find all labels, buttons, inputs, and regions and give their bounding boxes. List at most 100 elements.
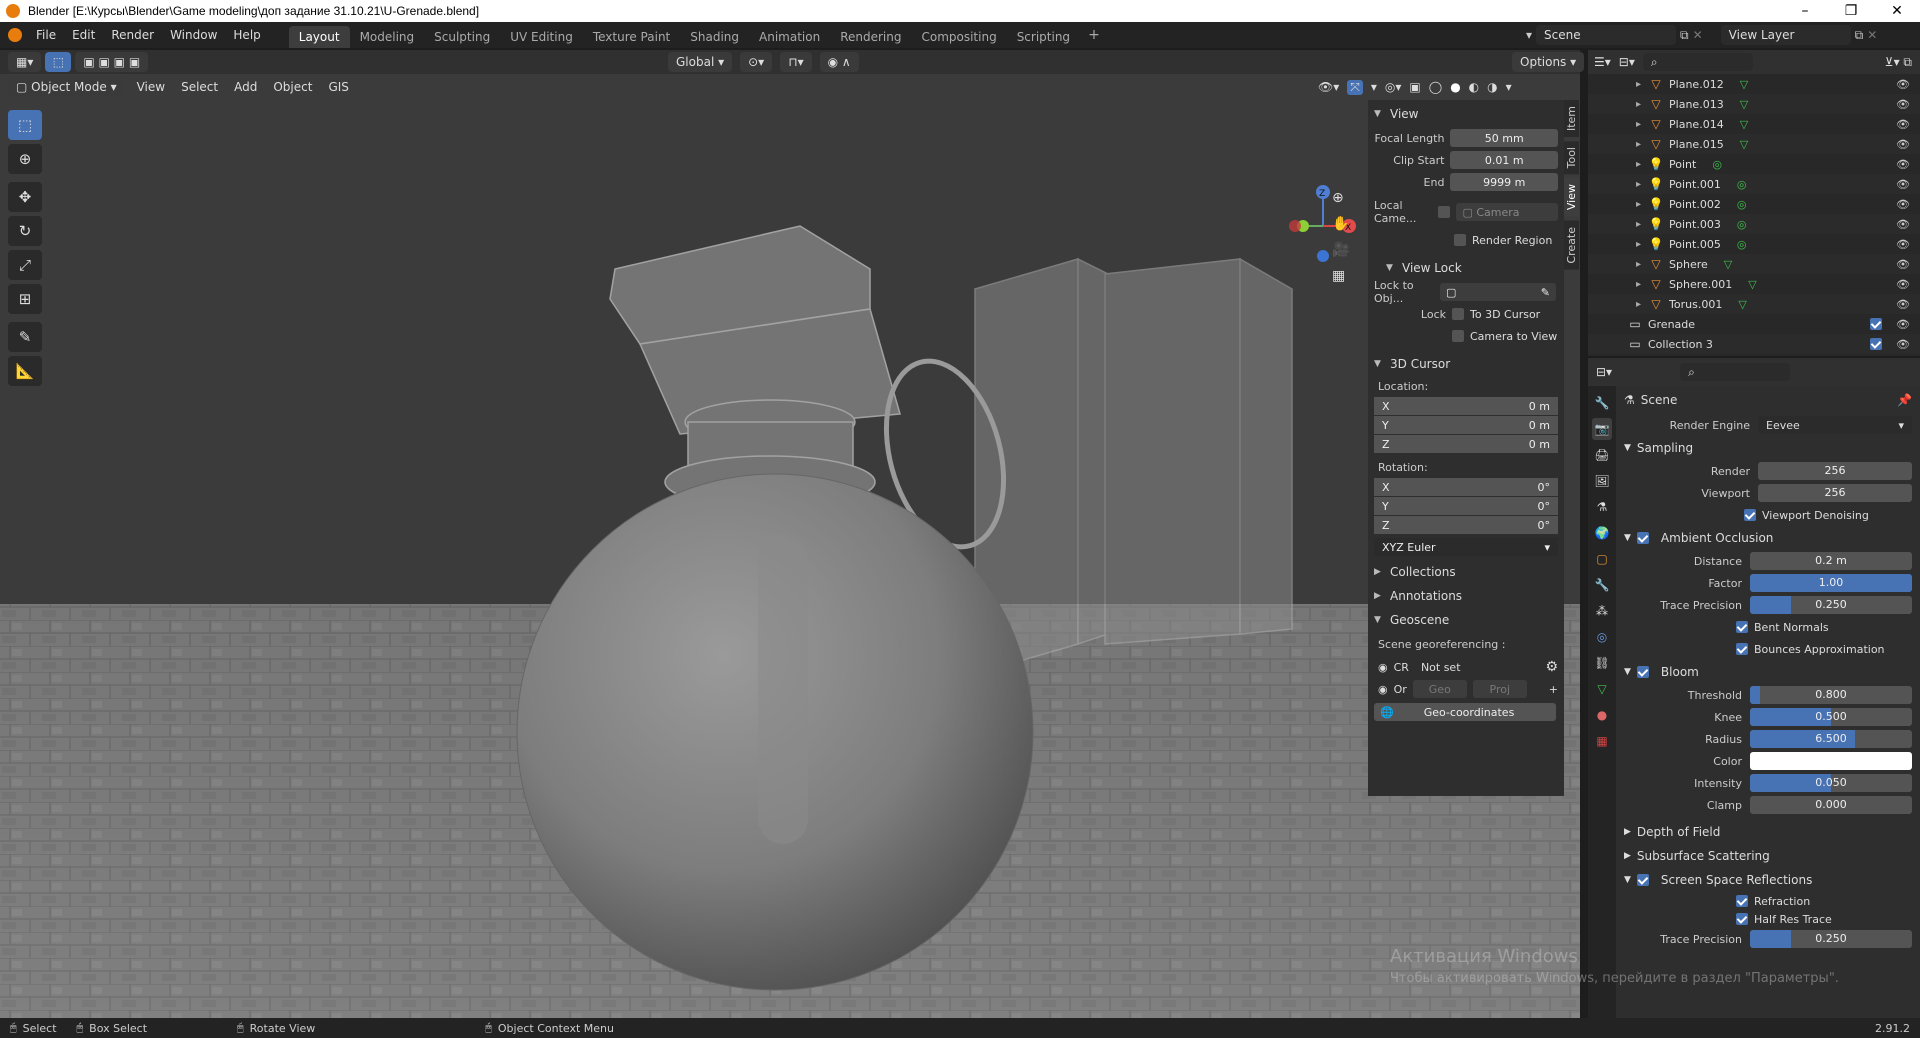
tab-compositing[interactable]: Compositing	[911, 26, 1006, 48]
bloom-color-swatch[interactable]	[1750, 752, 1912, 770]
bloom-checkbox[interactable]	[1636, 666, 1649, 678]
material-tab-icon[interactable]: ●	[1592, 704, 1612, 726]
radio-icon[interactable]: ◉	[1378, 683, 1388, 696]
snap-icon[interactable]: ⊓▾	[780, 52, 812, 72]
view-layer-remove-icon[interactable]: ✕	[1867, 28, 1877, 42]
light-data-icon[interactable]: ◎	[1737, 238, 1747, 251]
object-tab-icon[interactable]: ▢	[1592, 548, 1612, 570]
outliner-row[interactable]: ▸ ▽ Plane.015 ▽ 👁	[1588, 134, 1920, 154]
bloom-clamp-slider[interactable]: 0.000	[1750, 796, 1912, 814]
visibility-eye-icon[interactable]: 👁	[1896, 278, 1910, 291]
shading-dropdown-icon[interactable]: ▾	[1506, 80, 1512, 94]
scale-tool[interactable]: ⤢	[8, 250, 42, 280]
outliner-row[interactable]: ▸ 💡 Point ◎ 👁	[1588, 154, 1920, 174]
xray-icon[interactable]: ▣	[1409, 80, 1420, 94]
tab-scripting[interactable]: Scripting	[1007, 26, 1080, 48]
expand-icon[interactable]: ▸	[1636, 279, 1641, 290]
editor-type-icon[interactable]: ☰▾	[1594, 55, 1611, 69]
camera-to-view-checkbox[interactable]	[1452, 330, 1464, 342]
rendered-shading-icon[interactable]: ◑	[1487, 80, 1497, 94]
properties-search-input[interactable]: ⌕	[1680, 363, 1791, 381]
add-workspace-icon[interactable]: +	[1080, 27, 1108, 43]
visibility-eye-icon[interactable]: 👁	[1896, 138, 1910, 151]
geo-coordinates-button[interactable]: 🌐 Geo-coordinates	[1374, 703, 1556, 721]
eyedropper-icon[interactable]: ✎	[1541, 286, 1550, 299]
outliner-row[interactable]: ▸ ▽ Plane.014 ▽ 👁	[1588, 114, 1920, 134]
menu-render[interactable]: Render	[103, 22, 162, 48]
menu-view[interactable]: View	[129, 80, 173, 94]
ao-section-header[interactable]: ▼ Ambient Occlusion	[1624, 526, 1912, 550]
mesh-data-icon[interactable]: ▽	[1740, 118, 1748, 131]
modifier-tab-icon[interactable]: 🔧	[1592, 574, 1612, 596]
tab-layout[interactable]: Layout	[288, 26, 350, 48]
editor-type-button[interactable]: ▦▾	[8, 52, 42, 72]
measure-tool[interactable]: 📐	[8, 356, 42, 386]
gear-icon[interactable]: ⚙	[1545, 659, 1558, 675]
constraints-tab-icon[interactable]: ⛓	[1592, 652, 1612, 674]
outliner-row[interactable]: ▸ 💡 Point.003 ◎ 👁	[1588, 214, 1920, 234]
bounces-checkbox[interactable]	[1736, 643, 1748, 655]
gizmo-toggle-icon[interactable]: ⤧	[1347, 79, 1363, 95]
physics-tab-icon[interactable]: ◎	[1592, 626, 1612, 648]
filter-icon[interactable]: ⊻▾ ⧉	[1885, 55, 1912, 70]
collections-section-header[interactable]: ▶ Collections	[1374, 560, 1558, 584]
viewport-denoising-checkbox[interactable]	[1744, 509, 1756, 521]
transform-tool[interactable]: ⊞	[8, 284, 42, 314]
cursor-tool[interactable]: ⊕	[8, 144, 42, 174]
add-icon[interactable]: +	[1549, 683, 1558, 696]
ortho-grid-icon[interactable]: ▦	[1332, 268, 1349, 284]
outliner-row[interactable]: ▸ ▽ Torus.001 ▽ 👁	[1588, 294, 1920, 314]
overlay-icon[interactable]: ◎▾	[1385, 80, 1402, 94]
visibility-eye-icon[interactable]: 👁	[1896, 338, 1910, 351]
ssr-checkbox[interactable]	[1636, 874, 1649, 886]
expand-icon[interactable]: ▸	[1636, 259, 1641, 270]
view-lock-section-header[interactable]: ▼ View Lock	[1374, 256, 1558, 280]
light-data-icon[interactable]: ◎	[1737, 178, 1747, 191]
outliner-search-input[interactable]: ⌕	[1642, 53, 1753, 71]
lock-object-field[interactable]: ▢ ✎	[1440, 283, 1556, 301]
render-tab-icon[interactable]: 📷	[1592, 418, 1612, 440]
visibility-eye-icon[interactable]: 👁	[1896, 238, 1910, 251]
proportional-edit-icon[interactable]: ◉ ∧	[819, 52, 859, 72]
scene-selector-icon[interactable]: ▾	[1526, 28, 1532, 42]
outliner-row[interactable]: ▸ ▽ Sphere ▽ 👁	[1588, 254, 1920, 274]
expand-icon[interactable]: ▸	[1636, 99, 1641, 110]
pan-hand-icon[interactable]: ✋	[1332, 216, 1349, 232]
scene-tab-icon[interactable]: ⚗	[1592, 496, 1612, 518]
cursor-location-x[interactable]: X 0 m	[1374, 397, 1558, 415]
expand-icon[interactable]: ▸	[1636, 219, 1641, 230]
bloom-threshold-slider[interactable]: 0.800	[1750, 686, 1912, 704]
outliner-row[interactable]: ▭ Collection 3 👁	[1588, 334, 1920, 354]
local-camera-checkbox[interactable]	[1438, 206, 1451, 218]
tab-modeling[interactable]: Modeling	[350, 26, 425, 48]
tab-create[interactable]: Create	[1564, 220, 1579, 270]
light-data-icon[interactable]: ◎	[1737, 218, 1747, 231]
bloom-intensity-slider[interactable]: 0.050	[1750, 774, 1912, 792]
menu-add[interactable]: Add	[226, 80, 265, 94]
tab-rendering[interactable]: Rendering	[830, 26, 911, 48]
view-layer-field[interactable]: View Layer	[1720, 25, 1851, 45]
visibility-eye-icon[interactable]: 👁	[1896, 78, 1910, 91]
cursor-rotation-y[interactable]: Y 0°	[1374, 497, 1558, 515]
select-box-tool[interactable]: ⬚	[8, 110, 42, 140]
viewport-samples-field[interactable]: 256	[1758, 484, 1912, 502]
wireframe-shading-icon[interactable]: ◯	[1429, 80, 1442, 94]
expand-icon[interactable]: ▸	[1636, 119, 1641, 130]
render-engine-select[interactable]: Eevee ▾	[1758, 416, 1912, 434]
ao-checkbox[interactable]	[1636, 532, 1649, 544]
object-mode-select[interactable]: ▢ Object Mode ▾	[8, 77, 125, 97]
proj-button[interactable]: Proj	[1472, 680, 1527, 698]
tab-tool[interactable]: Tool	[1564, 141, 1579, 175]
world-tab-icon[interactable]: 🌍	[1592, 522, 1612, 544]
tab-item[interactable]: Item	[1564, 100, 1579, 138]
scene-new-icon[interactable]: ⧉	[1680, 28, 1689, 43]
minimize-button[interactable]: –	[1782, 0, 1828, 22]
view-layer-tab-icon[interactable]: 🖼	[1592, 470, 1612, 492]
solid-shading-icon[interactable]: ●	[1450, 80, 1460, 94]
3d-cursor-section-header[interactable]: ▼ 3D Cursor	[1374, 352, 1558, 376]
visibility-eye-icon[interactable]: 👁	[1896, 178, 1910, 191]
render-region-checkbox[interactable]	[1454, 234, 1466, 246]
visibility-eye-icon[interactable]: 👁	[1896, 298, 1910, 311]
sss-section-header[interactable]: ▶ Subsurface Scattering	[1624, 844, 1912, 868]
selection-mode-buttons[interactable]: ▣ ▣ ▣ ▣	[75, 52, 149, 72]
